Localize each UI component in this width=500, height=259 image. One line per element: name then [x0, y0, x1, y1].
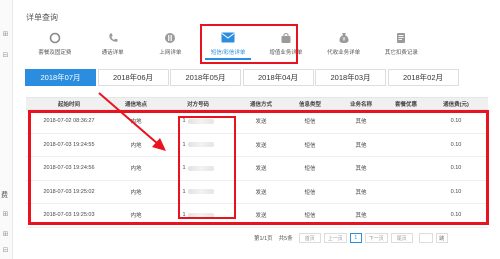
annotation-arrow	[98, 92, 166, 151]
